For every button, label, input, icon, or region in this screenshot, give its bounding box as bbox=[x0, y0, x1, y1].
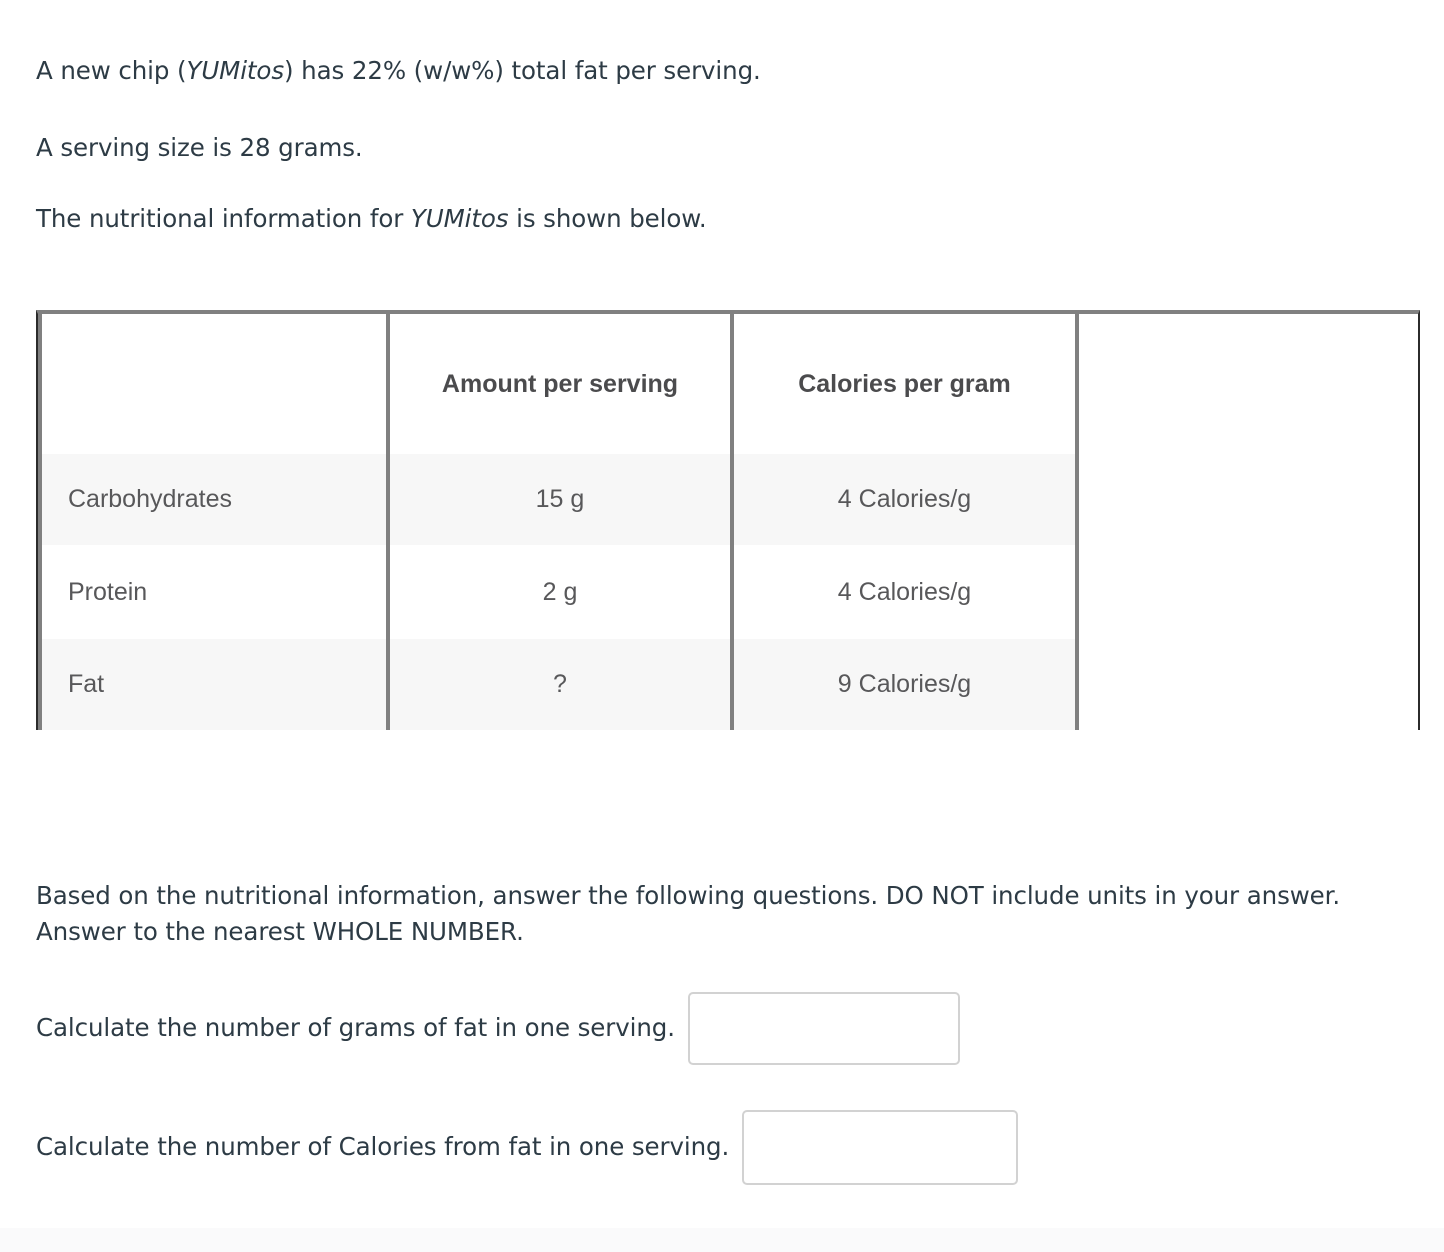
intro-text-3b: is shown below. bbox=[508, 204, 707, 233]
cell-calories-protein: 4 Calories/g bbox=[730, 545, 1077, 639]
intro-paragraph-1: A new chip (YUMitos) has 22% (w/w%) tota… bbox=[36, 54, 761, 89]
intro-paragraph-3: The nutritional information for YUMitos … bbox=[36, 202, 707, 237]
header-cell-nutrient bbox=[38, 314, 388, 454]
page-footer-strip bbox=[0, 1228, 1444, 1252]
intro-text-3a: The nutritional information for bbox=[36, 204, 411, 233]
table-row: Protein 2 g 4 Calories/g bbox=[38, 545, 1418, 639]
cell-calories-fat: 9 Calories/g bbox=[730, 639, 1077, 730]
intro-text-2: A serving size is 28 grams. bbox=[36, 133, 363, 162]
product-name-emphasis-2: YUMitos bbox=[410, 204, 509, 233]
instructions-text: Based on the nutritional information, an… bbox=[36, 881, 1356, 947]
intro-text-1a: A new chip ( bbox=[36, 56, 187, 85]
question-label-grams-of-fat: Calculate the number of grams of fat in … bbox=[36, 1013, 675, 1043]
header-cell-blank bbox=[1075, 314, 1418, 454]
intro-paragraph-2: A serving size is 28 grams. bbox=[36, 131, 363, 166]
intro-text-1b: ) has 22% (w/w%) total fat per serving. bbox=[284, 56, 761, 85]
cell-blank-protein bbox=[1075, 545, 1418, 639]
table-row: Fat ? 9 Calories/g bbox=[38, 639, 1418, 730]
table-header: Amount per serving Calories per gram bbox=[38, 314, 1418, 454]
calories-from-fat-input[interactable] bbox=[742, 1110, 1019, 1185]
cell-nutrient-protein: Protein bbox=[38, 545, 388, 639]
nutrition-table: Amount per serving Calories per gram Car… bbox=[36, 310, 1420, 730]
cell-amount-protein: 2 g bbox=[386, 545, 732, 639]
question-label-calories-from-fat: Calculate the number of Calories from fa… bbox=[36, 1132, 730, 1162]
question-row-calories-from-fat: Calculate the number of Calories from fa… bbox=[36, 1110, 1019, 1185]
table-body: Carbohydrates 15 g 4 Calories/g Protein … bbox=[38, 454, 1418, 730]
header-cell-calories-per-gram: Calories per gram bbox=[730, 314, 1077, 454]
cell-calories-carbohydrates: 4 Calories/g bbox=[730, 454, 1077, 545]
cell-nutrient-fat: Fat bbox=[38, 639, 388, 730]
grams-of-fat-input[interactable] bbox=[687, 992, 960, 1065]
product-name-emphasis-1: YUMitos bbox=[186, 56, 284, 85]
nutrition-table-grid: Amount per serving Calories per gram Car… bbox=[38, 314, 1418, 730]
cell-amount-fat: ? bbox=[386, 639, 732, 730]
cell-blank-fat bbox=[1075, 639, 1418, 730]
header-cell-amount-per-serving: Amount per serving bbox=[386, 314, 732, 454]
table-row: Carbohydrates 15 g 4 Calories/g bbox=[38, 454, 1418, 545]
cell-nutrient-carbohydrates: Carbohydrates bbox=[38, 454, 388, 545]
question-row-grams-of-fat: Calculate the number of grams of fat in … bbox=[36, 992, 960, 1065]
cell-blank-carbohydrates bbox=[1075, 454, 1418, 545]
table-header-row: Amount per serving Calories per gram bbox=[38, 314, 1418, 454]
cell-amount-carbohydrates: 15 g bbox=[386, 454, 732, 545]
